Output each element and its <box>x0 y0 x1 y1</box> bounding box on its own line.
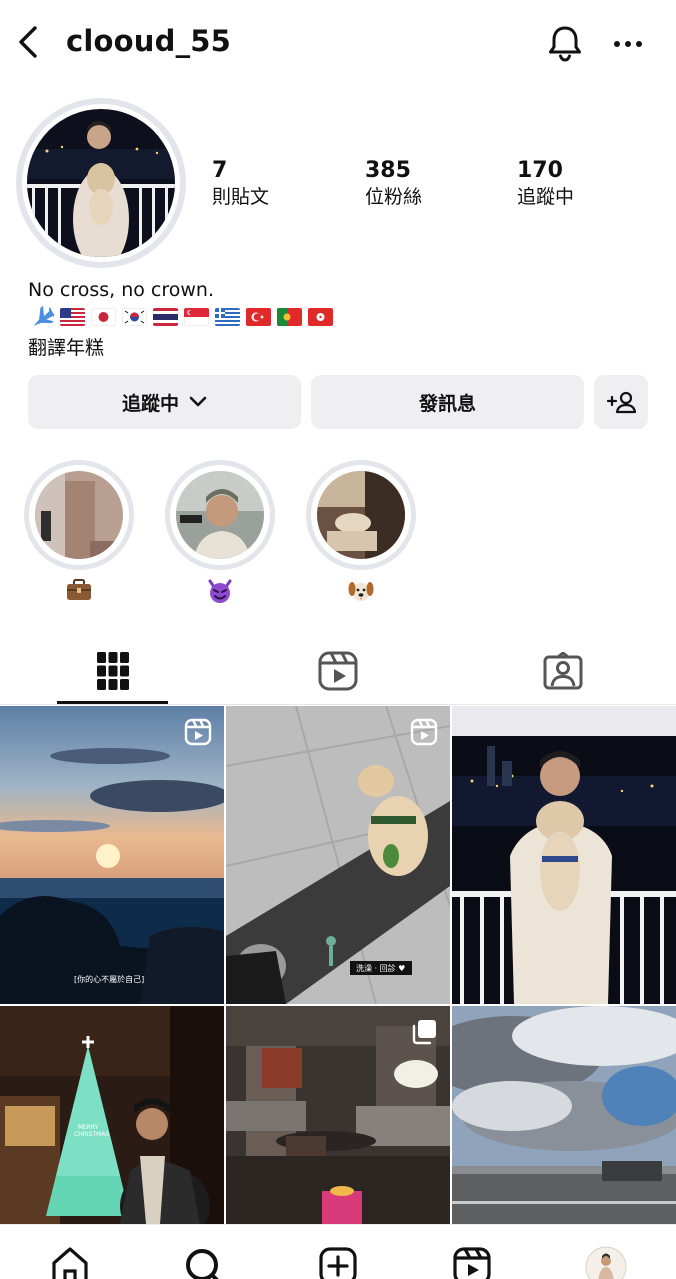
grid-icon <box>97 652 129 690</box>
highlight-cover <box>317 471 405 559</box>
post-thumbnail[interactable] <box>226 1006 450 1224</box>
post-thumbnail[interactable] <box>452 706 676 1004</box>
smiling-devil-icon <box>165 578 275 604</box>
following-stat[interactable]: 170 追蹤中 <box>517 158 574 210</box>
highlight-item[interactable] <box>306 460 416 604</box>
post-caption: MERRY CHRISTMAS <box>74 1124 110 1138</box>
bio-text: No cross, no crown. <box>28 279 215 301</box>
reels-icon <box>410 718 438 746</box>
following-label: 追蹤中 <box>517 186 575 208</box>
reel-badge <box>184 718 212 746</box>
tab-reels[interactable] <box>282 640 394 702</box>
more-horizontal-icon <box>614 41 642 47</box>
add-person-icon <box>606 391 636 414</box>
top-bar: clooud_55 <box>0 0 676 86</box>
profile-username: clooud_55 <box>66 24 232 58</box>
notifications-button[interactable] <box>544 22 586 64</box>
post-thumbnail[interactable] <box>452 1006 676 1224</box>
reel-badge <box>410 718 438 746</box>
highlight-item[interactable] <box>24 460 134 604</box>
post-caption: [你的心不屬於自己] <box>74 975 145 984</box>
korea-flag-icon <box>122 308 147 326</box>
highlight-cover <box>176 471 264 559</box>
bio-subtext: 翻譯年糕 <box>28 337 105 359</box>
multiple-photos-icon <box>412 1020 436 1045</box>
followers-label: 位粉絲 <box>365 186 423 208</box>
briefcase-icon <box>24 578 134 604</box>
suggest-people-button[interactable] <box>594 375 648 429</box>
posts-label: 則貼文 <box>212 186 270 208</box>
chevron-down-icon <box>189 396 207 407</box>
tagged-icon <box>543 652 583 690</box>
tab-tagged[interactable] <box>507 640 619 702</box>
posts-count: 7 <box>212 158 228 183</box>
turkey-flag-icon <box>246 308 271 326</box>
message-button-label: 發訊息 <box>418 392 476 415</box>
followers-count: 385 <box>365 158 411 183</box>
japan-flag-icon <box>91 308 116 326</box>
create-icon <box>319 1247 357 1279</box>
carousel-badge <box>410 1018 438 1046</box>
hongkong-flag-icon <box>308 308 333 326</box>
search-icon <box>186 1249 219 1279</box>
profile-avatar-icon <box>585 1246 627 1279</box>
bio-flags <box>28 305 333 328</box>
post-thumbnail[interactable]: 洗澡 · 回診 ♥ <box>226 706 450 1004</box>
message-button[interactable]: 發訊息 <box>311 375 584 429</box>
reels-icon <box>184 718 212 746</box>
avatar-photo <box>27 109 175 257</box>
tab-divider <box>0 704 676 705</box>
post-thumbnail[interactable]: [你的心不屬於自己] <box>0 706 224 1004</box>
home-icon <box>52 1247 88 1279</box>
portugal-flag-icon <box>277 308 302 326</box>
tab-posts-grid[interactable] <box>57 640 169 702</box>
singapore-flag-icon <box>184 308 209 326</box>
highlight-cover <box>35 471 123 559</box>
following-count: 170 <box>517 158 563 183</box>
chevron-left-icon <box>19 26 37 58</box>
more-options-button[interactable] <box>608 24 648 64</box>
reels-icon <box>453 1247 491 1279</box>
nav-home[interactable] <box>48 1245 92 1279</box>
bottom-navigation <box>0 1224 676 1279</box>
nav-create[interactable] <box>316 1245 360 1279</box>
following-button[interactable]: 追蹤中 <box>28 375 301 429</box>
reels-icon <box>318 651 358 691</box>
nav-reels[interactable] <box>450 1245 494 1279</box>
airplane-icon <box>28 305 57 328</box>
bell-icon <box>549 26 581 62</box>
followers-stat[interactable]: 385 位粉絲 <box>365 158 422 210</box>
dog-face-icon <box>306 578 416 604</box>
posts-stat[interactable]: 7 則貼文 <box>212 158 269 210</box>
highlight-item[interactable] <box>165 460 275 604</box>
post-caption: 洗澡 · 回診 ♥ <box>356 964 406 973</box>
post-thumbnail[interactable]: MERRY CHRISTMAS <box>0 1006 224 1224</box>
greece-flag-icon <box>215 308 240 326</box>
thailand-flag-icon <box>153 308 178 326</box>
profile-avatar[interactable] <box>16 98 186 268</box>
us-flag-icon <box>60 308 85 326</box>
back-button[interactable] <box>10 22 46 62</box>
nav-profile[interactable] <box>584 1245 628 1279</box>
nav-search[interactable] <box>182 1245 226 1279</box>
following-button-label: 追蹤中 <box>121 392 179 415</box>
